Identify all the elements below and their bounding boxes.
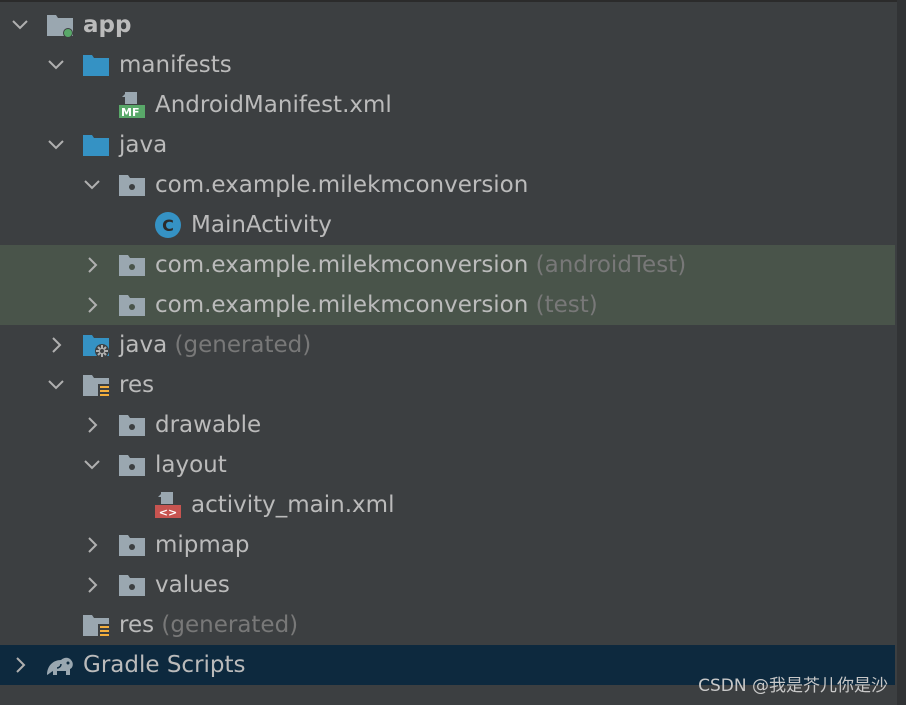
tree-row-app[interactable]: app	[0, 5, 895, 45]
watermark: CSDN @我是芥儿你是沙	[698, 676, 888, 696]
tree-row-java-generated[interactable]: java (generated)	[0, 325, 895, 365]
tree-row-res-generated[interactable]: res (generated)	[0, 605, 895, 645]
tree-row-label: app	[83, 12, 132, 38]
tree-row-label: res (generated)	[119, 612, 299, 638]
chevron-right-icon[interactable]	[10, 655, 30, 675]
tree-row-suffix: (androidTest)	[535, 252, 687, 278]
tree-row-activity-main[interactable]: <> activity_main.xml	[0, 485, 895, 525]
tree-row-label: manifests	[119, 52, 232, 78]
tree-row-label: mipmap	[155, 532, 250, 558]
chevron-down-icon[interactable]	[46, 375, 66, 395]
module-folder-icon	[47, 15, 73, 38]
tree-row-label: java	[119, 132, 168, 158]
tree-row-package-test[interactable]: com.example.milekmconversion (test)	[0, 285, 895, 325]
tree-row-label: layout	[155, 452, 227, 478]
svg-text:MF: MF	[121, 106, 139, 119]
folder-icon	[83, 55, 109, 76]
tree-row-label: activity_main.xml	[191, 492, 395, 518]
tree-row-res[interactable]: res	[0, 365, 895, 405]
gradle-elephant-icon	[47, 657, 73, 675]
tree-row-label: MainActivity	[191, 212, 332, 238]
tree-row-mipmap[interactable]: mipmap	[0, 525, 895, 565]
tree-row-androidmanifest[interactable]: MF AndroidManifest.xml	[0, 85, 895, 125]
tree-row-suffix: (generated)	[174, 332, 312, 358]
chevron-down-icon[interactable]	[46, 135, 66, 155]
tree-row-label: com.example.milekmconversion (androidTes…	[155, 252, 687, 278]
chevron-down-icon[interactable]	[82, 455, 102, 475]
tree-row-label: com.example.milekmconversion	[155, 172, 529, 198]
tree-row-drawable[interactable]: drawable	[0, 405, 895, 445]
tree-row-label: com.example.milekmconversion (test)	[155, 292, 598, 318]
chevron-right-icon[interactable]	[82, 295, 102, 315]
folder-icon	[83, 135, 109, 156]
resources-folder-icon	[83, 615, 110, 639]
chevron-right-icon[interactable]	[46, 335, 66, 355]
package-icon	[119, 175, 145, 196]
tree-row-package-main[interactable]: com.example.milekmconversion	[0, 165, 895, 205]
chevron-right-icon[interactable]	[82, 535, 102, 555]
chevron-down-icon[interactable]	[10, 15, 30, 35]
project-tree: app manifests MF AndroidManifest.xml jav…	[0, 5, 895, 685]
package-icon	[119, 535, 145, 556]
tree-row-label: values	[155, 572, 230, 598]
chevron-right-icon[interactable]	[82, 255, 102, 275]
chevron-down-icon[interactable]	[46, 55, 66, 75]
tree-row-package-androidtest[interactable]: com.example.milekmconversion (androidTes…	[0, 245, 895, 285]
svg-text:<>: <>	[159, 506, 177, 519]
tree-row-label: Gradle Scripts	[83, 652, 246, 678]
package-icon	[119, 415, 145, 436]
tree-row-manifests[interactable]: manifests	[0, 45, 895, 85]
tree-row-label: res	[119, 372, 155, 398]
tree-row-label: AndroidManifest.xml	[155, 92, 392, 118]
package-icon	[119, 575, 145, 596]
tree-row-mainactivity[interactable]: C MainActivity	[0, 205, 895, 245]
tree-row-values[interactable]: values	[0, 565, 895, 605]
tree-row-label: java (generated)	[119, 332, 312, 358]
package-icon	[119, 295, 145, 316]
tree-row-suffix: (test)	[535, 292, 598, 318]
package-icon	[119, 255, 145, 276]
chevron-right-icon[interactable]	[82, 415, 102, 435]
tree-row-layout[interactable]: layout	[0, 445, 895, 485]
window-top-border	[0, 0, 906, 2]
tree-row-suffix: (generated)	[161, 612, 299, 638]
tree-row-java[interactable]: java	[0, 125, 895, 165]
layout-xml-icon: <>	[155, 492, 181, 519]
manifest-file-icon: MF	[119, 92, 145, 119]
tree-row-label: drawable	[155, 412, 262, 438]
generated-folder-icon	[83, 335, 109, 358]
chevron-right-icon[interactable]	[82, 575, 102, 595]
svg-text:C: C	[162, 216, 174, 235]
package-icon	[119, 455, 145, 476]
resources-folder-icon	[83, 375, 110, 399]
class-icon: C	[155, 212, 181, 238]
chevron-down-icon[interactable]	[82, 175, 102, 195]
scrollbar-track[interactable]	[897, 0, 906, 705]
